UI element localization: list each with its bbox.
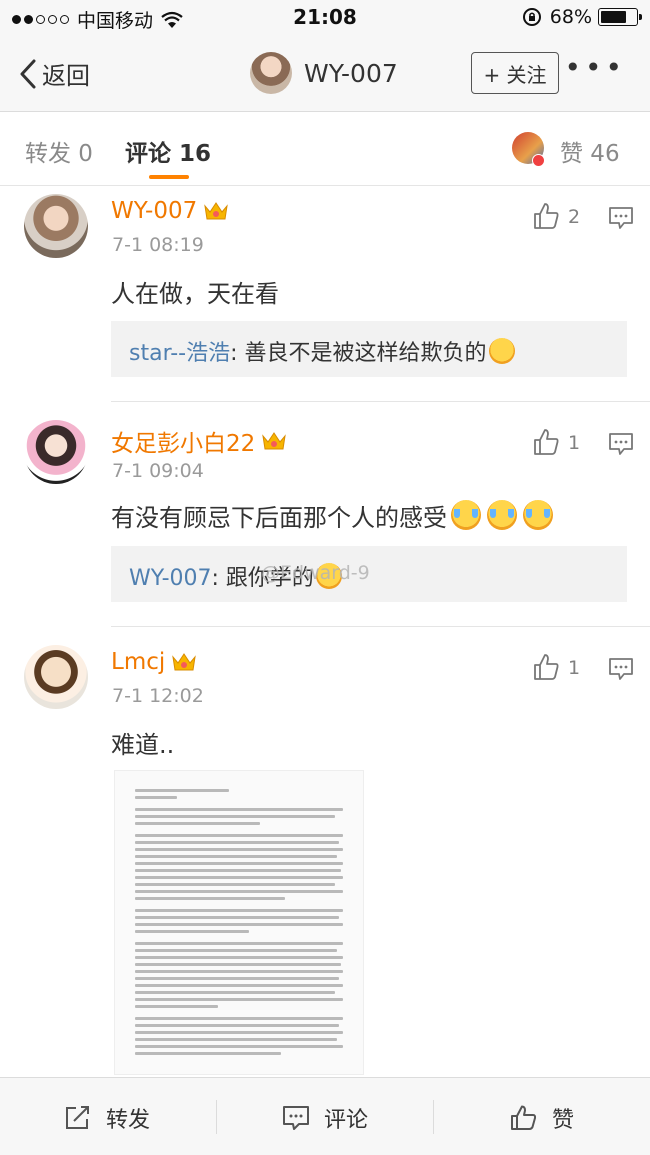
crown-icon xyxy=(262,432,287,450)
reply-preview[interactable]: star--浩浩: 善良不是被这样给欺负的 xyxy=(111,321,627,377)
back-label: 返回 xyxy=(42,62,90,90)
divider xyxy=(433,1100,434,1134)
reply-author[interactable]: WY-007 xyxy=(129,566,212,591)
divider xyxy=(111,401,650,402)
tab-comments[interactable]: 评论 16 xyxy=(125,134,211,168)
comment-text: 人在做，天在看 xyxy=(111,280,279,308)
comment-time: 7-1 08:19 xyxy=(112,234,204,256)
avatar[interactable] xyxy=(24,194,88,258)
crown-icon xyxy=(172,653,197,671)
crying-laughing-emoji-icon xyxy=(487,500,517,530)
rotation-lock-icon xyxy=(522,8,541,26)
divider xyxy=(111,626,650,627)
tab-likes[interactable]: 赞 46 xyxy=(560,134,620,168)
repost-button[interactable]: 转发 xyxy=(64,1102,150,1134)
avatar[interactable] xyxy=(24,645,88,709)
like-count: 1 xyxy=(568,657,581,679)
repost-label: 转发 xyxy=(106,1108,151,1133)
like-count: 2 xyxy=(568,206,581,228)
comment-icon xyxy=(283,1106,309,1130)
comment-icon[interactable] xyxy=(608,432,634,456)
commenter-name[interactable]: 女足彭小白22 xyxy=(111,424,255,458)
page-title[interactable]: WY-007 xyxy=(304,59,398,88)
comment-text: 有没有顾忌下后面那个人的感受 xyxy=(111,504,447,532)
more-menu-icon[interactable]: ••• xyxy=(564,54,626,82)
comment-item: WY-007 7-1 08:19 人在做，天在看 2 star--浩浩: 善良不… xyxy=(0,186,650,402)
comment-time: 7-1 12:02 xyxy=(112,685,204,707)
divider xyxy=(216,1100,217,1134)
chevron-left-icon xyxy=(20,59,36,88)
comment-time: 7-1 09:04 xyxy=(112,460,204,482)
thumbs-up-icon[interactable] xyxy=(532,653,560,681)
thumbs-up-icon xyxy=(511,1105,537,1130)
reply-author[interactable]: star--浩浩 xyxy=(129,341,230,366)
reply-preview[interactable]: WY-007: 跟你学的 @Edward-9 xyxy=(111,546,627,602)
follow-button[interactable]: + 关注 xyxy=(471,52,559,94)
tongue-emoji-icon xyxy=(488,338,515,364)
crying-laughing-emoji-icon xyxy=(523,500,553,530)
bottom-action-bar: 转发 评论 赞 xyxy=(0,1077,650,1155)
thumbs-up-icon[interactable] xyxy=(532,428,560,456)
comment-icon[interactable] xyxy=(608,657,634,681)
comment-item: 女足彭小白22 7-1 09:04 有没有顾忌下后面那个人的感受 1 WY-00… xyxy=(0,412,650,628)
attached-document-image[interactable] xyxy=(114,770,364,1075)
like-button[interactable]: 赞 xyxy=(510,1102,574,1134)
commenter-name[interactable]: WY-007 xyxy=(111,198,197,224)
like-label: 赞 xyxy=(552,1108,575,1133)
comment-icon[interactable] xyxy=(608,206,634,230)
tab-repost[interactable]: 转发 0 xyxy=(25,134,93,168)
crying-laughing-emoji-icon xyxy=(451,500,481,530)
nav-user[interactable]: WY-007 xyxy=(250,52,398,94)
share-icon xyxy=(66,1106,89,1129)
thumbs-up-icon[interactable] xyxy=(532,202,560,230)
verified-badge-icon xyxy=(532,154,545,167)
avatar[interactable] xyxy=(24,420,88,484)
navigation-bar: 返回 WY-007 + 关注 ••• xyxy=(0,36,650,112)
commenter-name[interactable]: Lmcj xyxy=(111,649,165,675)
active-tab-indicator xyxy=(149,175,189,179)
watermark: @Edward-9 xyxy=(261,562,370,584)
comment-button[interactable]: 评论 xyxy=(282,1102,368,1134)
battery-icon xyxy=(598,8,642,26)
back-button[interactable]: 返回 xyxy=(18,56,90,91)
comment-label: 评论 xyxy=(324,1108,369,1133)
status-bar: 中国移动 21:08 68% xyxy=(0,0,650,36)
battery-percent: 68% xyxy=(549,6,592,28)
comment-text: 难道.. xyxy=(111,731,175,759)
avatar[interactable] xyxy=(250,52,292,94)
like-count: 1 xyxy=(568,432,581,454)
reply-text: : 善良不是被这样给欺负的 xyxy=(230,341,487,366)
crown-icon xyxy=(204,202,229,220)
tab-bar: 转发 0 评论 16 赞 46 xyxy=(0,112,650,186)
